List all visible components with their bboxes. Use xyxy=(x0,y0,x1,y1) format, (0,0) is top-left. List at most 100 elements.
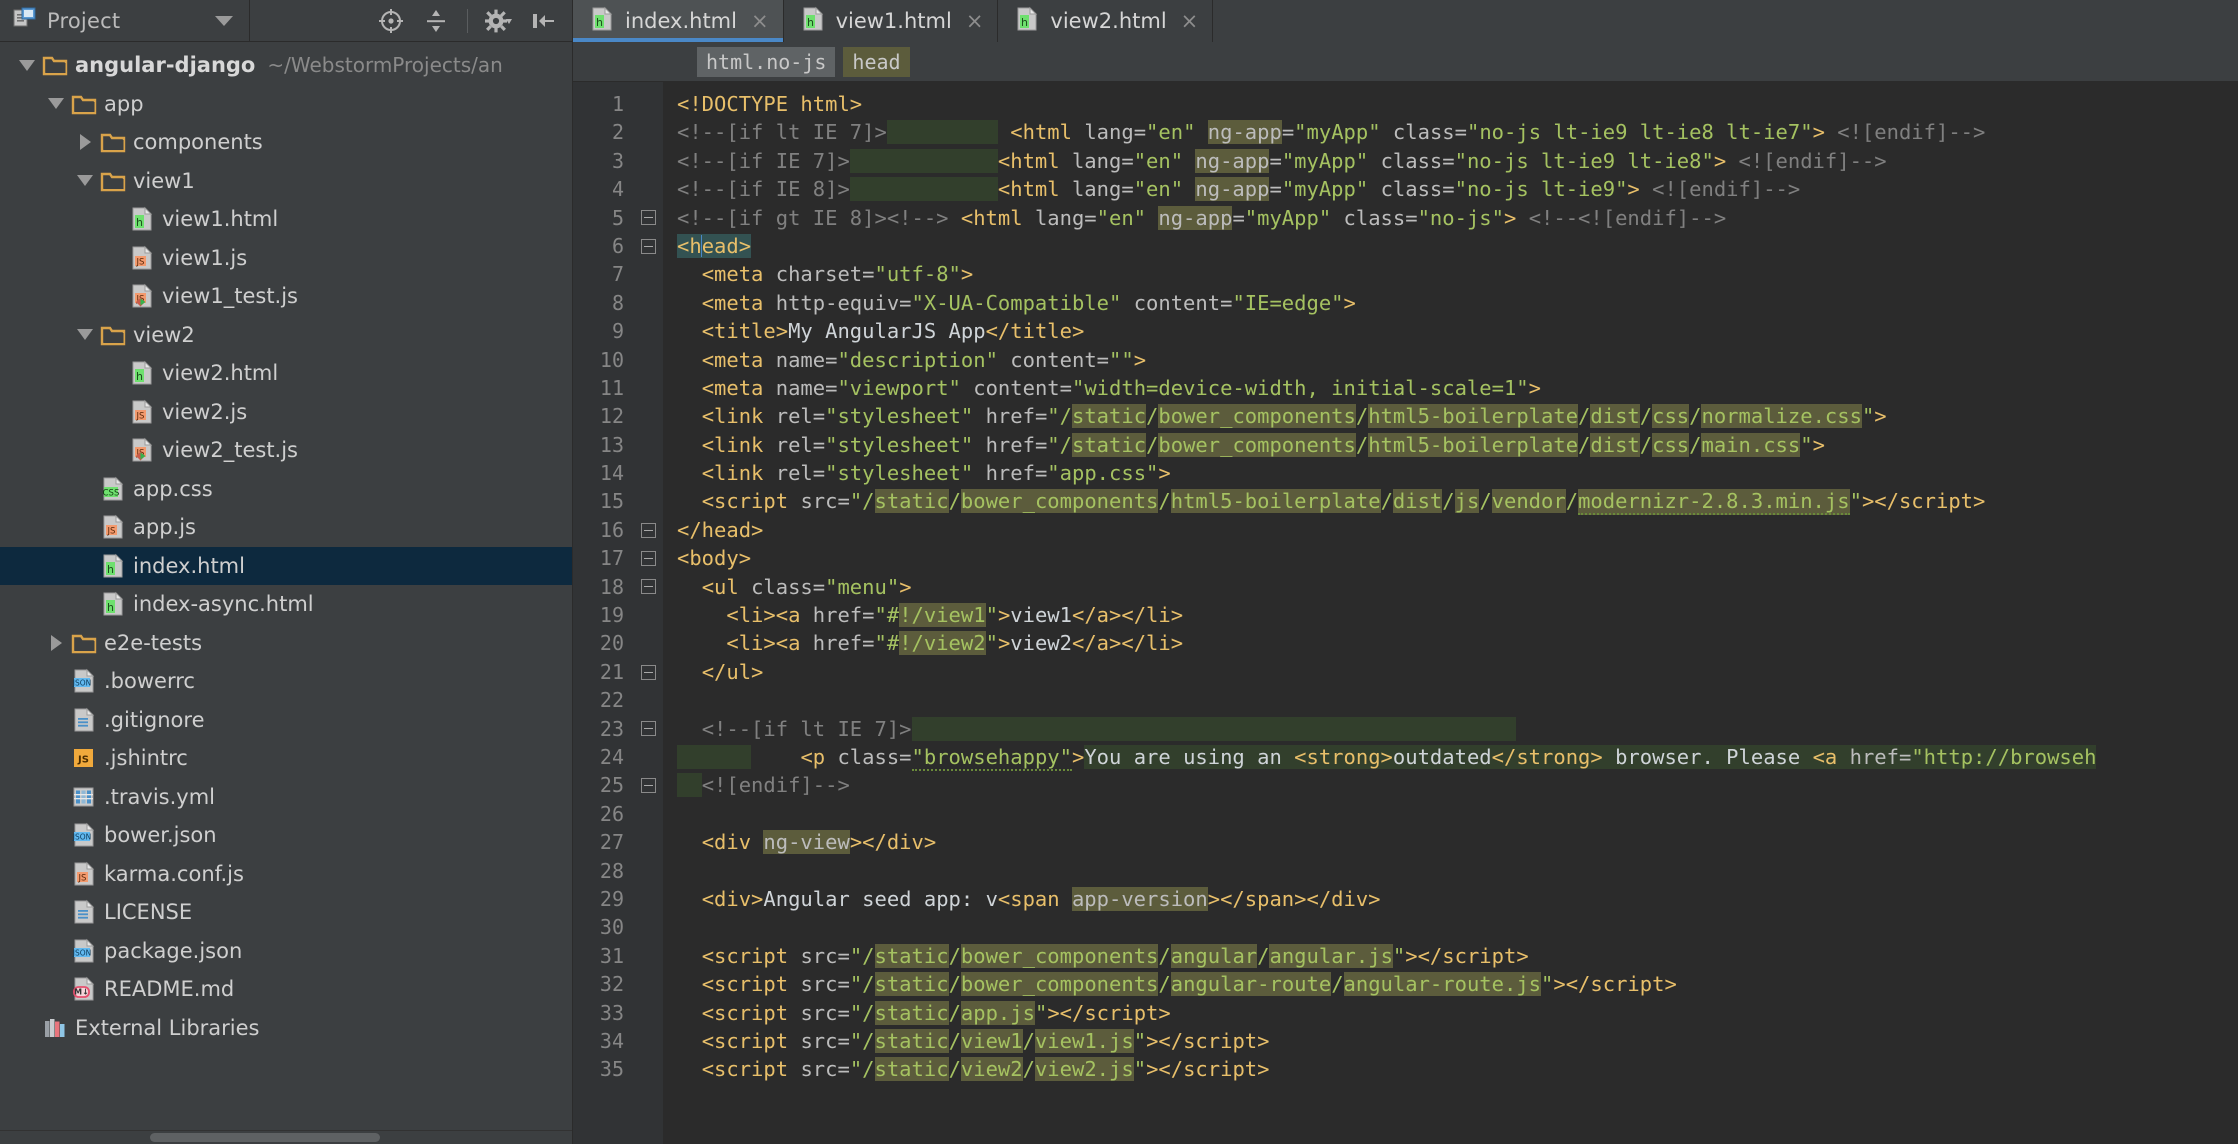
tree-item-index.html[interactable]: h index.html xyxy=(0,546,572,585)
tree-item-bower.json[interactable]: JSON bower.json xyxy=(0,816,572,855)
code-line-13[interactable]: <link rel="stylesheet" href="/static/bow… xyxy=(663,431,2238,459)
tree-item-app.js[interactable]: JS app.js xyxy=(0,508,572,547)
fold-marker[interactable] xyxy=(633,204,663,232)
tree-item-karma.conf.js[interactable]: JS karma.conf.js xyxy=(0,855,572,894)
close-icon[interactable]: × xyxy=(1181,10,1199,32)
tree-item-view2_test.js[interactable]: JSview2_test.js xyxy=(0,431,572,470)
code-line-7[interactable]: <meta charset="utf-8"> xyxy=(663,260,2238,288)
code-line-3[interactable]: <!--[if IE 7]> <html lang="en" ng-app="m… xyxy=(663,147,2238,175)
collapse-all-icon[interactable] xyxy=(422,7,450,35)
fold-marker[interactable] xyxy=(633,771,663,799)
code-area[interactable]: 1 2 3 4 5 6 7 8 9 10 11 12 13 14 15 16 17 18 19 20 21 22 23 24 2… xyxy=(573,82,2238,1144)
hide-panel-icon[interactable] xyxy=(530,7,558,35)
code-line-28[interactable] xyxy=(663,857,2238,885)
tree-item-label: LICENSE xyxy=(104,900,193,925)
editor-tab-view1-html[interactable]: h view1.html × xyxy=(783,0,999,42)
tree-item-view2.html[interactable]: h view2.html xyxy=(0,354,572,393)
code-line-8[interactable]: <meta http-equiv="X-UA-Compatible" conte… xyxy=(663,289,2238,317)
project-panel-header[interactable]: Project xyxy=(0,0,250,42)
tree-toggle-icon[interactable] xyxy=(72,175,98,187)
code-line-34[interactable]: <script src="/static/view1/view1.js"></s… xyxy=(663,1027,2238,1055)
code-line-24[interactable]: <p class="browsehappy">You are using an … xyxy=(663,743,2238,771)
code-line-21[interactable]: </ul> xyxy=(663,658,2238,686)
tree-toggle-icon[interactable] xyxy=(43,634,69,651)
code-line-32[interactable]: <script src="/static/bower_components/an… xyxy=(663,970,2238,998)
code-line-25[interactable]: <![endif]--> xyxy=(663,771,2238,799)
tree-toggle-icon[interactable] xyxy=(43,98,69,110)
code-line-27[interactable]: <div ng-view></div> xyxy=(663,828,2238,856)
breadcrumb-item-0[interactable]: html.no-js xyxy=(697,46,836,77)
tree-item-view1[interactable]: view1 xyxy=(0,162,572,201)
tree-item-view2[interactable]: view2 xyxy=(0,316,572,355)
tree-item-LICENSE[interactable]: LICENSE xyxy=(0,893,572,932)
editor-tab-view2-html[interactable]: h view2.html × xyxy=(998,0,1214,42)
code-line-30[interactable] xyxy=(663,913,2238,941)
code-line-16[interactable]: </head> xyxy=(663,516,2238,544)
tree-item-README.md[interactable]: M↓ README.md xyxy=(0,970,572,1009)
tree-item-External-Libraries[interactable]: External Libraries xyxy=(0,1009,572,1048)
code-line-29[interactable]: <div>Angular seed app: v<span app-versio… xyxy=(663,885,2238,913)
tree-item-index-async.html[interactable]: h index-async.html xyxy=(0,585,572,624)
close-icon[interactable]: × xyxy=(751,10,769,32)
js-file-icon: JS xyxy=(127,245,157,271)
code-line-1[interactable]: <!DOCTYPE html> xyxy=(663,90,2238,118)
tree-item-label: karma.conf.js xyxy=(104,861,244,886)
tree-item-e2e-tests[interactable]: e2e-tests xyxy=(0,624,572,663)
code-line-26[interactable] xyxy=(663,800,2238,828)
fold-marker[interactable] xyxy=(633,232,663,260)
tree-item-.travis.yml[interactable]: .travis.yml xyxy=(0,778,572,817)
tree-toggle-icon[interactable] xyxy=(72,134,98,151)
tree-item-view1.html[interactable]: h view1.html xyxy=(0,200,572,239)
code-folding-gutter[interactable] xyxy=(633,82,663,1144)
fold-marker[interactable] xyxy=(633,658,663,686)
code-line-18[interactable]: <ul class="menu"> xyxy=(663,573,2238,601)
code-line-11[interactable]: <meta name="viewport" content="width=dev… xyxy=(663,374,2238,402)
code-line-14[interactable]: <link rel="stylesheet" href="app.css"> xyxy=(663,459,2238,487)
tree-item-package.json[interactable]: JSON package.json xyxy=(0,932,572,971)
code-line-17[interactable]: <body> xyxy=(663,544,2238,572)
fold-marker[interactable] xyxy=(633,715,663,743)
settings-gear-icon[interactable] xyxy=(485,7,513,35)
code-line-10[interactable]: <meta name="description" content=""> xyxy=(663,346,2238,374)
tree-toggle-icon[interactable] xyxy=(14,59,40,71)
locate-icon[interactable] xyxy=(377,7,405,35)
tree-item-.gitignore[interactable]: .gitignore xyxy=(0,701,572,740)
tree-item-view1.js[interactable]: JS view1.js xyxy=(0,239,572,278)
tree-horizontal-scrollbar[interactable] xyxy=(0,1130,572,1144)
fold-marker[interactable] xyxy=(633,516,663,544)
chevron-down-icon[interactable] xyxy=(215,16,233,26)
tree-item-app.css[interactable]: CSS app.css xyxy=(0,470,572,509)
tree-toggle-icon[interactable] xyxy=(72,329,98,341)
tree-item-view1_test.js[interactable]: JSview1_test.js xyxy=(0,277,572,316)
tree-item-label: components xyxy=(133,130,263,155)
close-icon[interactable]: × xyxy=(966,10,984,32)
editor-tab-index-html[interactable]: h index.html × xyxy=(573,0,784,42)
code-line-9[interactable]: <title>My AngularJS App</title> xyxy=(663,317,2238,345)
code-line-20[interactable]: <li><a href="#!/view2">view2</a></li> xyxy=(663,629,2238,657)
project-tree[interactable]: angular-django ~/WebstormProjects/an app co… xyxy=(0,42,573,1144)
code-line-35[interactable]: <script src="/static/view2/view2.js"></s… xyxy=(663,1055,2238,1083)
code-line-23[interactable]: <!--[if lt IE 7]> xyxy=(663,715,2238,743)
html-file-icon: h xyxy=(98,553,128,579)
tree-item-view2.js[interactable]: JS view2.js xyxy=(0,393,572,432)
tree-item-app[interactable]: app xyxy=(0,85,572,124)
code-line-19[interactable]: <li><a href="#!/view1">view1</a></li> xyxy=(663,601,2238,629)
code-content[interactable]: <!DOCTYPE html> <!--[if lt IE 7]> <html l… xyxy=(663,82,2238,1144)
code-line-2[interactable]: <!--[if lt IE 7]> <html lang="en" ng-app… xyxy=(663,118,2238,146)
code-line-5[interactable]: <!--[if gt IE 8]><!--> <html lang="en" n… xyxy=(663,204,2238,232)
tree-item-angular-django[interactable]: angular-django ~/WebstormProjects/an xyxy=(0,46,572,85)
code-line-12[interactable]: <link rel="stylesheet" href="/static/bow… xyxy=(663,402,2238,430)
code-line-4[interactable]: <!--[if IE 8]> <html lang="en" ng-app="m… xyxy=(663,175,2238,203)
code-line-22[interactable] xyxy=(663,686,2238,714)
tree-item-components[interactable]: components xyxy=(0,123,572,162)
code-line-15[interactable]: <script src="/static/bower_components/ht… xyxy=(663,487,2238,516)
fold-marker[interactable] xyxy=(633,544,663,572)
tree-item-.jshintrc[interactable]: JS .jshintrc xyxy=(0,739,572,778)
tree-item-.bowerrc[interactable]: JSON .bowerrc xyxy=(0,662,572,701)
code-line-6[interactable]: <head> xyxy=(663,232,2238,260)
code-line-31[interactable]: <script src="/static/bower_components/an… xyxy=(663,942,2238,970)
breadcrumb-item-1[interactable]: head xyxy=(843,46,910,77)
code-line-33[interactable]: <script src="/static/app.js"></script> xyxy=(663,999,2238,1027)
fold-marker[interactable] xyxy=(633,573,663,601)
